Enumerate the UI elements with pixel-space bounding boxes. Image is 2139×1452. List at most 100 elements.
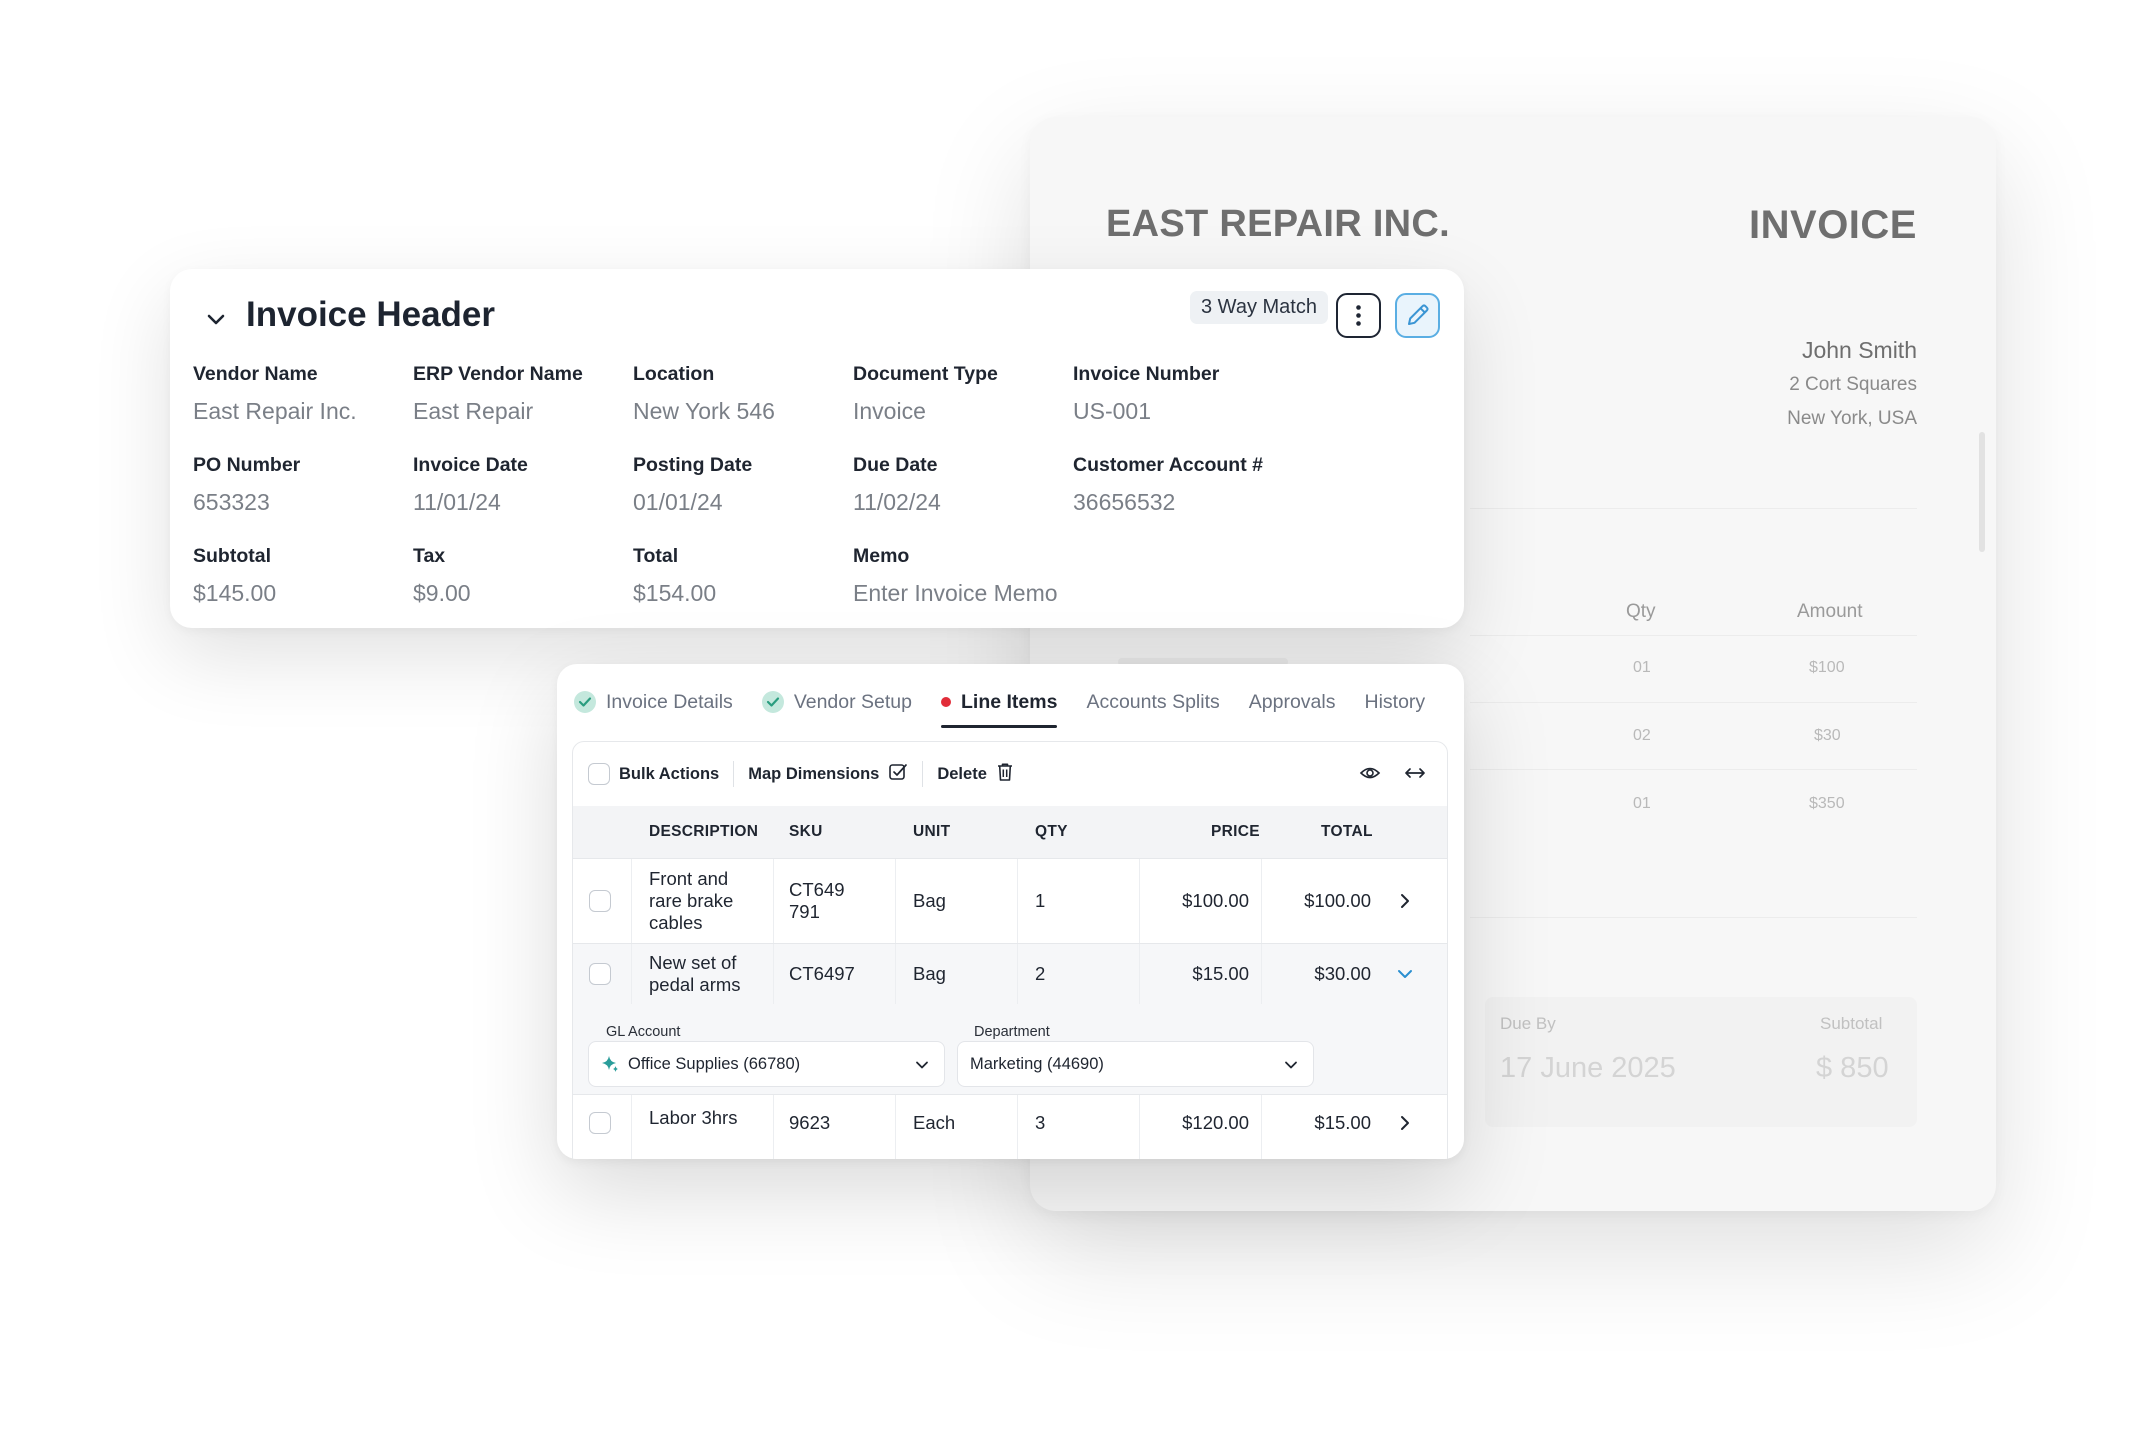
document-subtotal-value: $ 850: [1816, 1052, 1889, 1084]
delete-button[interactable]: Delete: [937, 762, 1014, 787]
column-divider: [1017, 859, 1018, 943]
document-company-name: EAST REPAIR INC.: [1106, 203, 1451, 245]
cell-unit: Bag: [913, 963, 946, 984]
checkbox-edit-icon: [888, 762, 908, 787]
gl-account-select[interactable]: Office Supplies (66780): [588, 1041, 945, 1087]
document-cell-qty: 01: [1633, 659, 1651, 676]
field-value: 653323: [193, 489, 270, 515]
customer-account-field[interactable]: Customer Account # 36656532: [1073, 454, 1263, 516]
three-way-match-badge: 3 Way Match: [1190, 291, 1328, 324]
field-value: $154.00: [633, 580, 717, 606]
cell-sku: CT649 791: [789, 879, 845, 922]
tab-bar: Invoice Details Vendor Setup Line Items …: [574, 686, 1425, 728]
column-header-description: DESCRIPTION: [649, 823, 759, 840]
cell-qty: 1: [1035, 890, 1046, 911]
column-divider: [773, 1095, 774, 1159]
po-number-field[interactable]: PO Number 653323: [193, 454, 300, 516]
tab-label: History: [1364, 690, 1426, 713]
field-label: Due Date: [853, 454, 938, 476]
edit-button[interactable]: [1395, 293, 1440, 338]
table-row[interactable]: Labor 3hrs 9623 Each 3 $120.00 $15.00: [573, 1094, 1447, 1159]
bulk-actions-control[interactable]: Bulk Actions: [588, 763, 719, 785]
trash-icon: [996, 762, 1014, 787]
column-divider: [773, 859, 774, 943]
check-circle-icon: [574, 691, 596, 713]
map-dimensions-label: Map Dimensions: [748, 764, 880, 783]
memo-input[interactable]: Enter Invoice Memo: [853, 580, 1058, 607]
column-divider: [631, 1095, 632, 1159]
tab-line-items[interactable]: Line Items: [941, 686, 1058, 728]
row-checkbox[interactable]: [589, 963, 611, 985]
document-cell-qty: 02: [1633, 727, 1651, 744]
invoice-number-field[interactable]: Invoice Number US-001: [1073, 363, 1219, 425]
line-items-card: Invoice Details Vendor Setup Line Items …: [557, 664, 1464, 1159]
posting-date-field[interactable]: Posting Date 01/01/24: [633, 454, 752, 516]
row-expand-chevron-right-icon[interactable]: [1395, 1095, 1415, 1151]
subtotal-field[interactable]: Subtotal $145.00: [193, 545, 276, 607]
cell-unit: Each: [913, 1112, 956, 1133]
table-row-expanded[interactable]: New set of pedal arms CT6497 Bag 2 $15.0…: [573, 943, 1447, 1004]
vendor-name-field[interactable]: Vendor Name East Repair Inc.: [193, 363, 357, 425]
field-value: East Repair: [413, 398, 534, 424]
field-value: New York 546: [633, 398, 775, 424]
tab-invoice-details[interactable]: Invoice Details: [574, 686, 733, 718]
memo-field[interactable]: Memo Enter Invoice Memo: [853, 545, 1058, 607]
row-expand-chevron-right-icon[interactable]: [1395, 859, 1415, 943]
field-value: 01/01/24: [633, 489, 723, 515]
document-title: INVOICE: [1749, 203, 1917, 247]
toolbar-divider: [733, 761, 735, 787]
column-header-total: TOTAL: [1321, 823, 1373, 840]
tab-history[interactable]: History: [1364, 686, 1425, 718]
table-row[interactable]: Front and rare brake cables CT649 791 Ba…: [573, 858, 1447, 943]
delete-label: Delete: [937, 764, 987, 783]
document-col-amount: Amount: [1797, 601, 1863, 622]
field-label: Document Type: [853, 363, 998, 385]
invoice-header-card: Invoice Header 3 Way Match Vendor Name E…: [170, 269, 1464, 628]
eye-icon[interactable]: [1359, 762, 1381, 789]
row-checkbox[interactable]: [589, 1112, 611, 1134]
toolbar-right-actions: [1359, 762, 1427, 789]
due-date-field[interactable]: Due Date 11/02/24: [853, 454, 941, 516]
collapse-chevron-icon[interactable]: [201, 305, 231, 335]
invoice-date-field[interactable]: Invoice Date 11/01/24: [413, 454, 528, 516]
map-dimensions-button[interactable]: Map Dimensions: [748, 762, 908, 787]
field-value: $9.00: [413, 580, 471, 606]
cell-total: $30.00: [1314, 963, 1371, 984]
row-checkbox[interactable]: [589, 890, 611, 912]
line-items-table: Bulk Actions Map Dimensions Delete DESCR…: [572, 741, 1448, 1159]
column-header-qty: QTY: [1035, 823, 1068, 840]
document-scrollbar[interactable]: [1979, 432, 1985, 552]
row-collapse-chevron-down-icon[interactable]: [1395, 944, 1415, 1004]
chevron-down-icon: [1282, 1056, 1300, 1079]
field-label: Posting Date: [633, 454, 753, 476]
location-field[interactable]: Location New York 546: [633, 363, 775, 425]
erp-vendor-name-field[interactable]: ERP Vendor Name East Repair: [413, 363, 583, 425]
row-detail-panel: GL Account Office Supplies (66780) Depar…: [573, 1004, 1447, 1094]
column-divider: [1017, 1095, 1018, 1159]
document-col-qty: Qty: [1626, 601, 1656, 622]
field-label: Tax: [413, 545, 446, 567]
column-divider: [631, 859, 632, 943]
field-label: Subtotal: [193, 545, 271, 567]
tab-approvals[interactable]: Approvals: [1249, 686, 1336, 718]
expand-horizontal-icon[interactable]: [1403, 762, 1427, 789]
tab-accounts-splits[interactable]: Accounts Splits: [1086, 686, 1219, 718]
total-field[interactable]: Total $154.00: [633, 545, 716, 607]
select-all-checkbox[interactable]: [588, 763, 610, 785]
document-divider: [1470, 769, 1917, 770]
column-header-sku: SKU: [789, 823, 823, 840]
tab-vendor-setup[interactable]: Vendor Setup: [761, 686, 912, 718]
field-value: $145.00: [193, 580, 277, 606]
column-divider: [631, 944, 632, 1004]
tab-label: Accounts Splits: [1086, 690, 1220, 713]
gl-account-label: GL Account: [606, 1024, 681, 1040]
cell-unit: Bag: [913, 890, 946, 911]
error-dot-icon: [941, 697, 951, 707]
field-label: Total: [633, 545, 679, 567]
tax-field[interactable]: Tax $9.00: [413, 545, 471, 607]
document-divider: [1470, 917, 1917, 918]
document-type-field[interactable]: Document Type Invoice: [853, 363, 998, 425]
department-select[interactable]: Marketing (44690): [957, 1041, 1314, 1087]
field-value: 36656532: [1073, 489, 1176, 515]
more-options-button[interactable]: [1336, 293, 1381, 338]
